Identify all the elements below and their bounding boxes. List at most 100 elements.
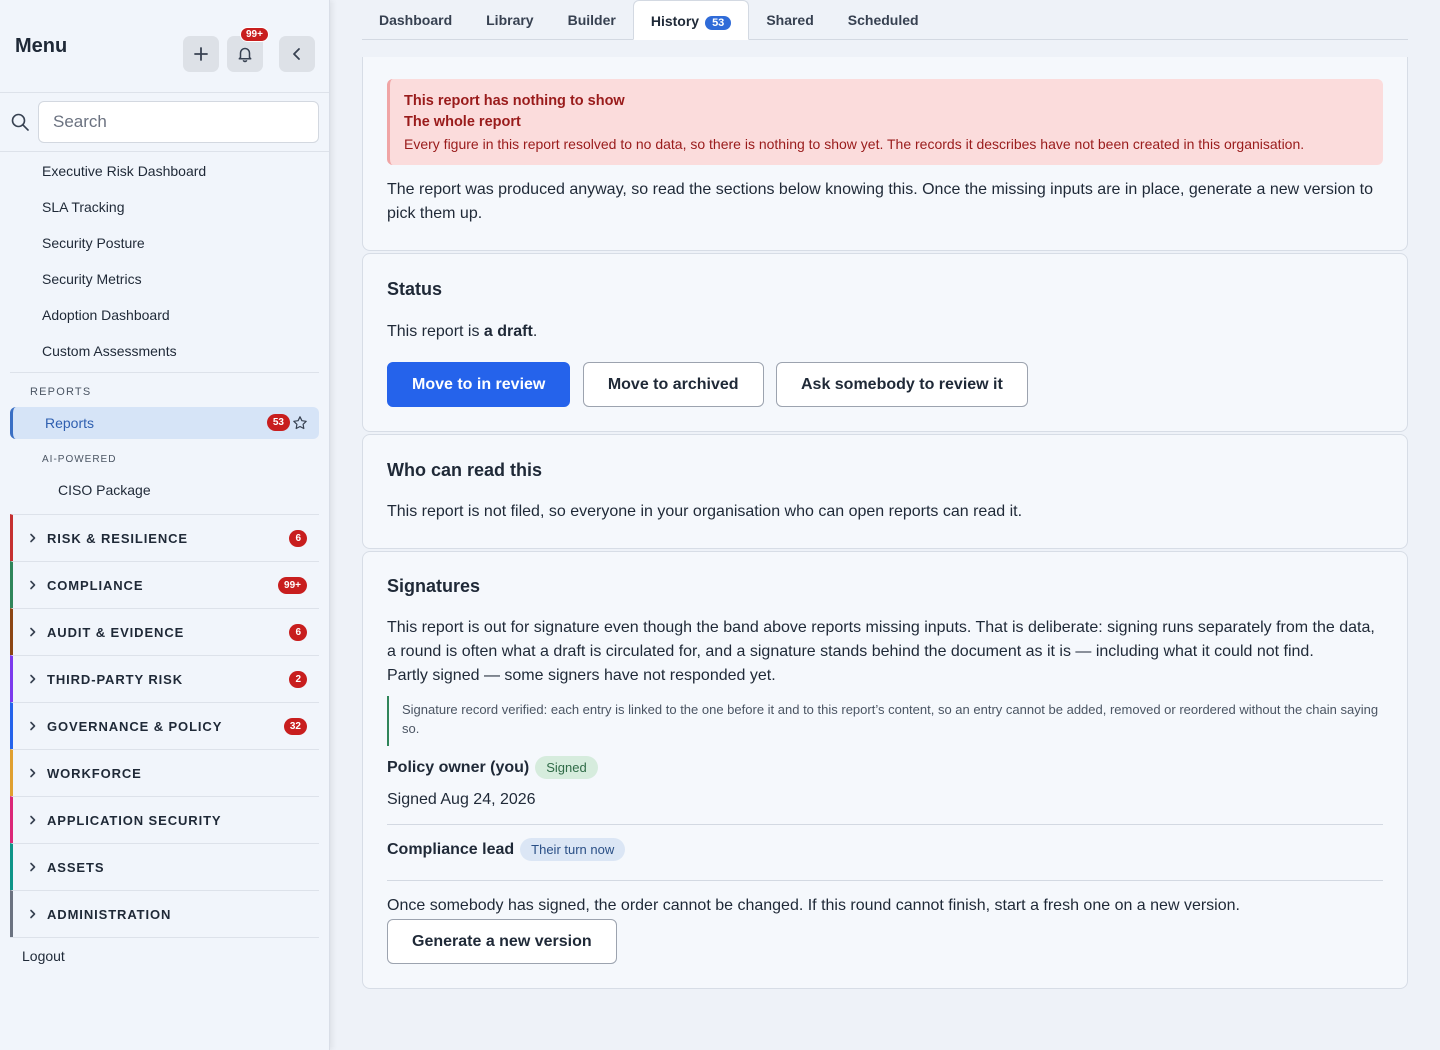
nav-item-sla-tracking[interactable]: SLA Tracking <box>0 189 329 225</box>
report-notice-card: This report has nothing to show The whol… <box>362 57 1408 251</box>
signer-row: Policy owner (you) Signed <box>387 756 1383 779</box>
alert-title: This report has nothing to show <box>404 93 625 109</box>
turn-status-badge: Their turn now <box>520 838 626 861</box>
collapse-sidebar-button[interactable] <box>279 36 315 72</box>
nav-group-count-badge: 99+ <box>278 577 307 594</box>
nav-group-governance-policy[interactable]: GOVERNANCE & POLICY 32 <box>10 702 319 749</box>
history-count-badge: 53 <box>705 16 732 30</box>
search-input[interactable] <box>38 101 319 143</box>
alert-body: Every figure in this report resolved to … <box>404 136 1305 152</box>
tab-label: History <box>650 13 700 29</box>
access-card: Who can read this This report is not fil… <box>362 434 1408 549</box>
search-icon <box>11 113 29 131</box>
nav-group-count-badge: 2 <box>289 671 307 688</box>
signer-name: Policy owner (you) <box>387 758 530 776</box>
nav-group-count-badge: 6 <box>289 624 307 641</box>
move-to-archived-button[interactable]: Move to archived <box>582 362 764 407</box>
status-text: This report is a draft. <box>387 320 1383 344</box>
chevron-right-icon <box>30 580 36 590</box>
tab-shared[interactable]: Shared <box>749 0 830 39</box>
move-to-review-button[interactable]: Move to in review <box>387 362 571 407</box>
divider <box>387 824 1383 825</box>
access-text: This report is not filed, so everyone in… <box>387 503 1023 520</box>
status-suffix: . <box>532 323 538 340</box>
star-icon[interactable] <box>292 415 308 431</box>
status-actions: Move to in review Move to archived Ask s… <box>387 362 1383 407</box>
main-content: Dashboard Library Builder History 53 Shar… <box>362 0 1408 991</box>
nav-group-compliance[interactable]: COMPLIANCE 99+ <box>10 561 319 608</box>
nav-item-security-metrics[interactable]: Security Metrics <box>0 261 329 297</box>
tab-history[interactable]: History 53 <box>632 0 750 40</box>
no-data-alert: This report has nothing to show The whol… <box>387 79 1383 165</box>
notifications-button[interactable]: 99+ <box>227 27 269 72</box>
divider <box>387 880 1383 881</box>
ask-review-button[interactable]: Ask somebody to review it <box>775 362 1028 407</box>
nav-group-audit-evidence[interactable]: AUDIT & EVIDENCE 6 <box>10 608 319 655</box>
status-value: a draft <box>483 323 533 340</box>
nav-group-count-badge: 6 <box>289 530 307 547</box>
chevron-right-icon <box>30 721 36 731</box>
add-button[interactable] <box>183 36 219 72</box>
access-title: Who can read this <box>387 460 543 480</box>
signer-row: Compliance lead Their turn now <box>387 838 1383 861</box>
sidebar-item-label: Reports <box>45 415 95 431</box>
status-card: Status This report is a draft. Move to i… <box>362 253 1408 432</box>
nav-group-label: COMPLIANCE <box>47 577 144 593</box>
chevron-right-icon <box>30 627 36 637</box>
tab-bar: Dashboard Library Builder History 53 Shar… <box>362 0 1408 40</box>
nav-item-executive-risk-dashboard[interactable]: Executive Risk Dashboard <box>0 153 329 189</box>
chevron-right-icon <box>30 533 36 543</box>
alert-subtitle: The whole report <box>404 114 521 130</box>
tab-dashboard[interactable]: Dashboard <box>362 0 469 39</box>
search-row <box>0 93 329 152</box>
chevron-left-icon <box>293 48 300 60</box>
nav-group-count-badge: 32 <box>283 718 307 735</box>
signatures-intro: This report is out for signature even th… <box>387 619 1375 660</box>
chevron-right-icon <box>30 909 36 919</box>
chevron-right-icon <box>30 674 36 684</box>
nav-group-risk-resilience[interactable]: RISK & RESILIENCE 6 <box>10 514 319 561</box>
nav-group-label: APPLICATION SECURITY <box>47 812 222 828</box>
sidebar: Menu 99+ Executive Risk Dashboard SLA Tr… <box>0 0 330 1050</box>
nav-group-label: THIRD-PARTY RISK <box>47 671 183 687</box>
nav-group-label: RISK & RESILIENCE <box>47 530 188 546</box>
signatures-footer: Once somebody has signed, the order cann… <box>387 897 1240 914</box>
nav-group-workforce[interactable]: WORKFORCE <box>10 749 319 796</box>
notification-badge: 99+ <box>240 27 269 42</box>
nav-group-label: ADMINISTRATION <box>47 906 172 922</box>
signer-name: Compliance lead <box>387 840 515 858</box>
signatures-progress: Partly signed — some signers have not re… <box>387 667 776 684</box>
nav-group-administration[interactable]: ADMINISTRATION <box>10 890 319 937</box>
nav-group-label: WORKFORCE <box>47 765 142 781</box>
status-title: Status <box>387 279 443 299</box>
plus-icon <box>194 47 208 61</box>
signed-status-badge: Signed <box>535 756 598 779</box>
nav-item-custom-assessments[interactable]: Custom Assessments <box>0 333 329 369</box>
tab-scheduled[interactable]: Scheduled <box>831 0 936 39</box>
nav-group-label: AUDIT & EVIDENCE <box>47 624 185 640</box>
intro-text: The report was produced anyway, so read … <box>387 181 1374 222</box>
nav-group-assets[interactable]: ASSETS <box>10 843 319 890</box>
nav-group-application-security[interactable]: APPLICATION SECURITY <box>10 796 319 843</box>
status-prefix: This report is <box>387 323 484 340</box>
tab-builder[interactable]: Builder <box>551 0 633 39</box>
chevron-right-icon <box>30 768 36 778</box>
signatures-card: Signatures This report is out for signat… <box>362 551 1408 989</box>
nav-group-label: ASSETS <box>47 859 105 875</box>
menu-header: Menu 99+ <box>0 0 329 93</box>
signatures-title: Signatures <box>387 576 481 596</box>
nav-group-label: GOVERNANCE & POLICY <box>47 718 223 734</box>
logout-link[interactable]: Logout <box>0 938 329 974</box>
nav-item-adoption-dashboard[interactable]: Adoption Dashboard <box>0 297 329 333</box>
nav-group-third-party-risk[interactable]: THIRD-PARTY RISK 2 <box>10 655 319 702</box>
tab-library[interactable]: Library <box>469 0 550 39</box>
section-label-ai-powered: AI-POWERED <box>42 454 117 465</box>
generate-new-version-button[interactable]: Generate a new version <box>387 919 617 964</box>
bell-icon <box>238 47 252 63</box>
signer-date: Signed Aug 24, 2026 <box>387 791 536 808</box>
sidebar-item-reports[interactable]: Reports 53 <box>10 407 319 439</box>
sidebar-item-ciso-package[interactable]: CISO Package <box>0 475 329 505</box>
nav-item-security-posture[interactable]: Security Posture <box>0 225 329 261</box>
section-label-reports: REPORTS <box>30 386 92 398</box>
verification-note: Signature record verified: each entry is… <box>387 696 1383 746</box>
